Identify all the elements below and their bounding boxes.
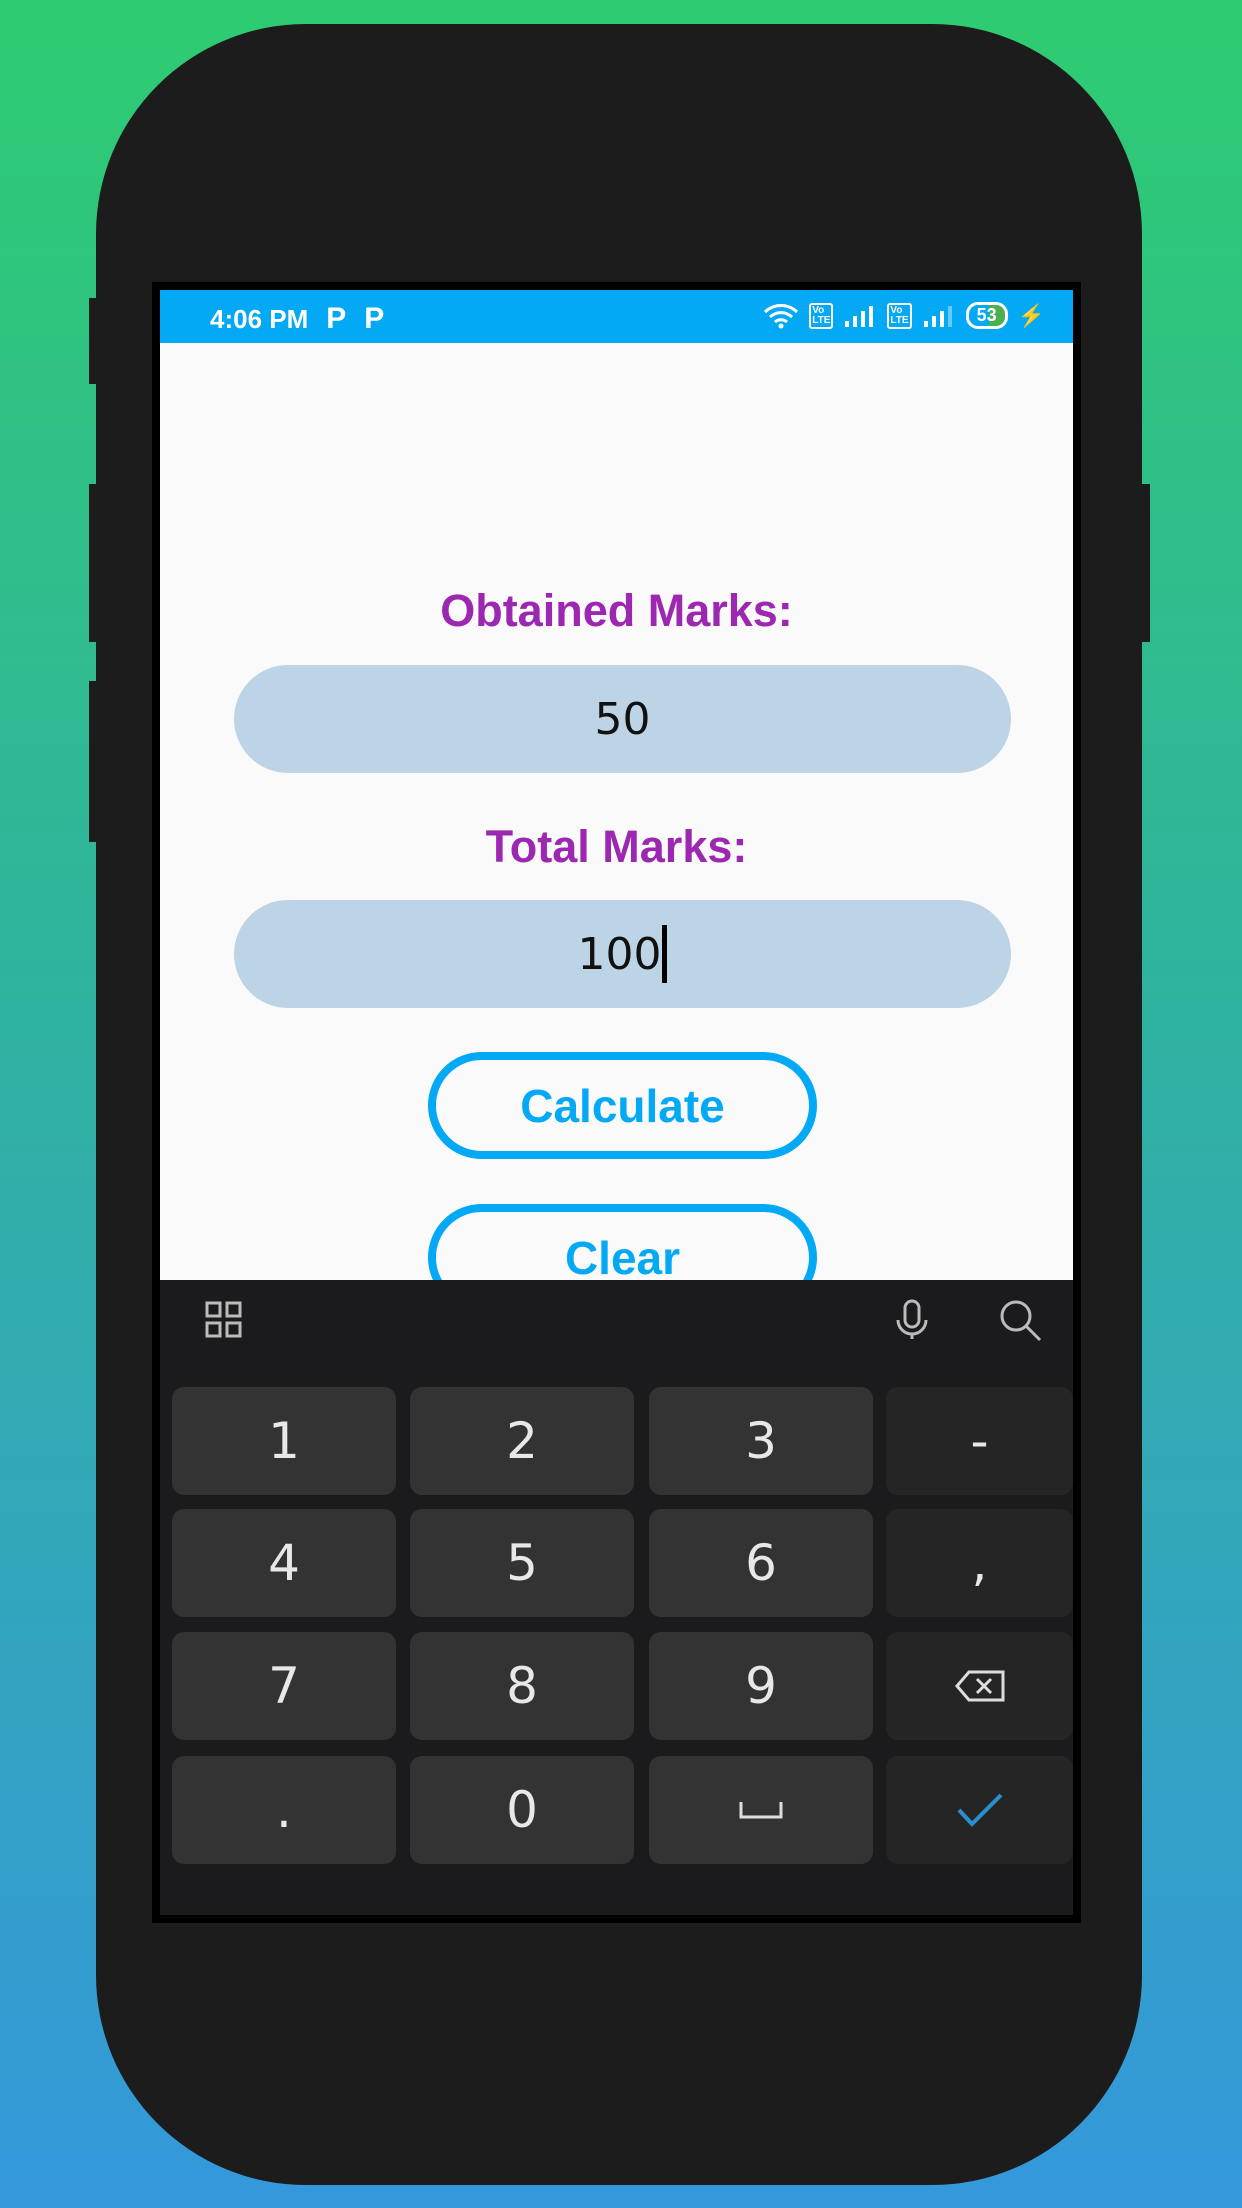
side-button (89, 681, 97, 842)
checkmark-icon (957, 1793, 1002, 1827)
key-period[interactable]: . (172, 1756, 396, 1864)
space-key[interactable] (649, 1756, 873, 1864)
backspace-key[interactable] (886, 1632, 1073, 1740)
key-4[interactable]: 4 (172, 1509, 396, 1617)
power-button (1141, 484, 1150, 642)
key-8[interactable]: 8 (410, 1632, 634, 1740)
status-time: 4:06 PM (210, 303, 309, 334)
volte-icon: Vo LTE (809, 302, 834, 329)
key-0[interactable]: 0 (410, 1756, 634, 1864)
key-comma[interactable]: , (886, 1509, 1073, 1617)
microphone-icon[interactable] (892, 1298, 932, 1342)
numeric-keyboard: 1 2 3 - 4 5 6 , 7 8 9 . 0 (160, 1280, 1073, 1915)
screen: 4:06 PM P P Vo LTE Vo LTE 53 ⚡ Obtained Ma… (160, 290, 1073, 1915)
total-marks-value: 100 (577, 928, 662, 980)
side-button (89, 298, 97, 384)
key-5[interactable]: 5 (410, 1509, 634, 1617)
battery-icon: 53 (965, 302, 1008, 329)
key-3[interactable]: 3 (649, 1387, 873, 1495)
calculate-button[interactable]: Calculate (428, 1052, 817, 1159)
search-icon[interactable] (998, 1298, 1044, 1344)
signal-icon (923, 305, 952, 327)
wifi-icon (764, 303, 799, 328)
side-button (89, 484, 97, 642)
total-marks-input[interactable]: 100 (234, 900, 1011, 1008)
signal-icon (845, 305, 874, 327)
status-bar: 4:06 PM P P Vo LTE Vo LTE 53 ⚡ (160, 290, 1073, 343)
total-marks-label: Total Marks: (485, 821, 748, 872)
space-icon (739, 1802, 783, 1819)
key-6[interactable]: 6 (649, 1509, 873, 1617)
done-key[interactable] (886, 1756, 1073, 1864)
obtained-marks-value: 50 (594, 693, 651, 745)
key-minus[interactable]: - (886, 1387, 1073, 1495)
charging-icon: ⚡ (1017, 302, 1045, 328)
key-2[interactable]: 2 (410, 1387, 634, 1495)
key-7[interactable]: 7 (172, 1632, 396, 1740)
obtained-marks-label: Obtained Marks: (440, 585, 793, 636)
obtained-marks-input[interactable]: 50 (234, 665, 1011, 773)
text-cursor (662, 925, 668, 983)
volte-icon: Vo LTE (887, 302, 912, 329)
notification-p-icon: P (326, 302, 347, 335)
notification-p-icon: P (364, 302, 385, 335)
backspace-icon (954, 1670, 1004, 1702)
key-1[interactable]: 1 (172, 1387, 396, 1495)
grid-menu-icon[interactable] (204, 1300, 244, 1340)
key-9[interactable]: 9 (649, 1632, 873, 1740)
